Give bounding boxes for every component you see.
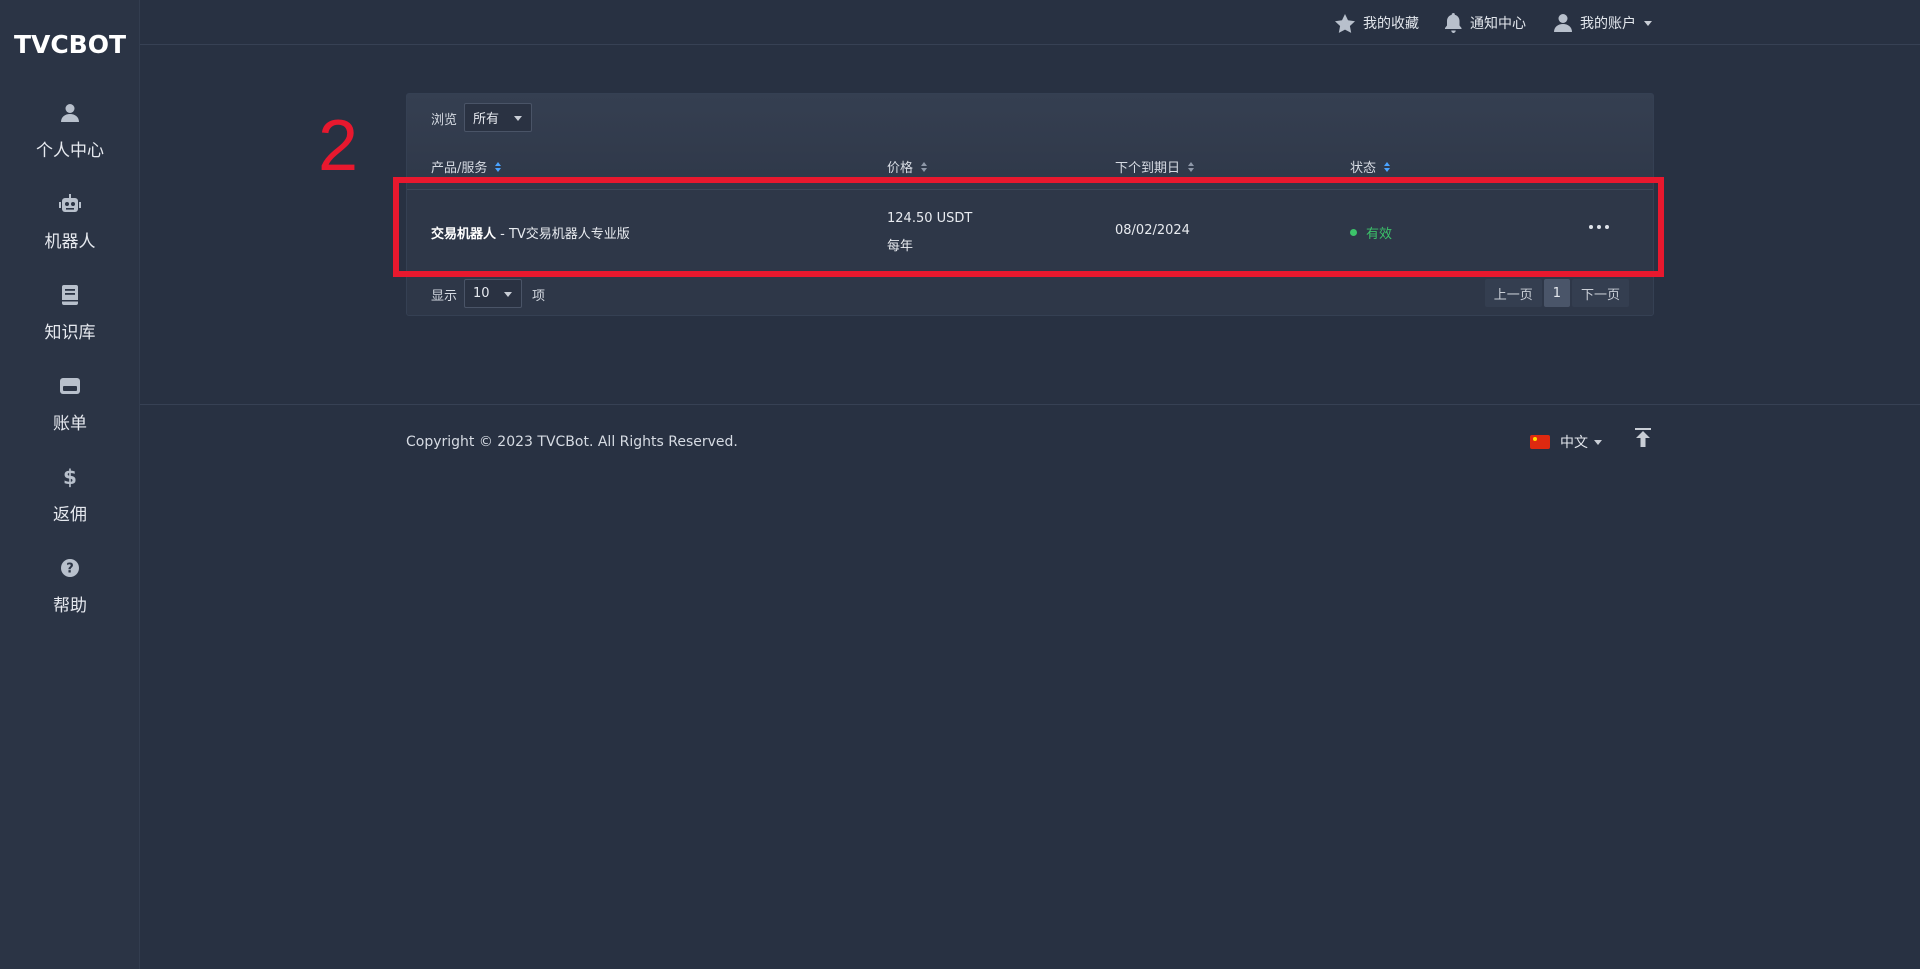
chevron-down-icon: [504, 291, 512, 297]
next-page-button[interactable]: 下一页: [1571, 279, 1629, 307]
favorites-link[interactable]: 我的收藏: [1335, 12, 1419, 34]
due-date: 08/02/2024: [1115, 223, 1190, 238]
robot-icon: [59, 193, 81, 215]
status-label: 有效: [1366, 227, 1393, 242]
sort-icon: [495, 161, 502, 172]
price-value: 124.50 USDT: [887, 211, 973, 226]
sidebar-item-commission[interactable]: $ 返佣: [0, 465, 140, 546]
pagination: 上一页 1 下一页: [1484, 279, 1629, 307]
app-logo[interactable]: TVCBOT: [0, 30, 140, 59]
sidebar-item-help[interactable]: ? 帮助: [0, 557, 140, 637]
sidebar-item-label: 返佣: [53, 505, 87, 525]
column-header-price[interactable]: 价格: [887, 157, 928, 176]
product-cell[interactable]: 交易机器人 - TV交易机器人专业版: [431, 223, 630, 242]
browse-filter-select[interactable]: 所有: [464, 103, 532, 132]
sort-icon: [1188, 161, 1195, 172]
notifications-link[interactable]: 通知中心: [1445, 12, 1526, 34]
column-header-product[interactable]: 产品/服务: [431, 157, 502, 176]
services-panel: 浏览 所有 产品/服务 价格 下个到期日 状态 交易机器人 - TV交易机器人专…: [406, 93, 1654, 316]
panel-header: [407, 94, 1653, 189]
favorites-label: 我的收藏: [1363, 16, 1419, 32]
star-icon: [1335, 13, 1355, 33]
more-options-icon[interactable]: [1589, 225, 1609, 229]
sort-icon: [921, 161, 928, 172]
chevron-down-icon: [1644, 20, 1652, 26]
browse-label: 浏览: [431, 113, 458, 128]
chevron-down-icon: [514, 115, 522, 121]
sidebar-item-robot[interactable]: 机器人: [0, 193, 140, 273]
dollar-icon: $: [63, 465, 77, 489]
language-label: 中文: [1560, 435, 1588, 451]
sidebar: TVCBOT 个人中心 机器人 知识库 账单 $ 返佣 ? 帮助: [0, 0, 140, 969]
account-menu[interactable]: 我的账户: [1554, 12, 1652, 34]
user-icon: [1554, 14, 1572, 32]
sidebar-item-knowledge[interactable]: 知识库: [0, 284, 140, 364]
show-prefix: 显示: [431, 289, 458, 304]
language-selector[interactable]: 中文: [1530, 432, 1602, 452]
account-label: 我的账户: [1580, 16, 1636, 32]
svg-text:?: ?: [66, 562, 74, 577]
page-button-1[interactable]: 1: [1543, 279, 1570, 307]
column-header-status[interactable]: 状态: [1350, 157, 1391, 176]
sidebar-item-label: 账单: [53, 414, 87, 434]
sidebar-item-label: 知识库: [44, 323, 96, 343]
annotation-number: 2: [318, 106, 359, 186]
copyright-text: Copyright © 2023 TVCBot. All Rights Rese…: [406, 434, 738, 450]
billing-cycle: 每年: [887, 239, 914, 254]
page-size-value: 10: [473, 286, 490, 301]
show-suffix: 项: [532, 289, 546, 304]
browse-filter-value: 所有: [473, 112, 500, 127]
table-row[interactable]: 交易机器人 - TV交易机器人专业版 124.50 USDT 每年 08/02/…: [407, 189, 1653, 273]
notifications-label: 通知中心: [1470, 16, 1526, 32]
book-icon: [59, 284, 81, 306]
help-icon: ?: [59, 557, 81, 579]
top-bar: 我的收藏 通知中心 我的账户: [140, 0, 1920, 45]
product-suffix: - TV交易机器人专业版: [496, 227, 630, 242]
page-size-select[interactable]: 10: [464, 279, 522, 308]
sidebar-item-profile[interactable]: 个人中心: [0, 102, 140, 182]
footer-divider: [140, 404, 1920, 405]
status-badge: 有效: [1350, 223, 1392, 242]
sidebar-item-billing[interactable]: 账单: [0, 375, 140, 455]
billing-icon: [59, 375, 81, 397]
prev-page-button[interactable]: 上一页: [1484, 279, 1542, 307]
sidebar-item-label: 机器人: [44, 232, 96, 252]
sidebar-item-label: 个人中心: [36, 141, 104, 161]
column-header-due-date[interactable]: 下个到期日: [1115, 157, 1195, 176]
china-flag-icon: [1530, 435, 1550, 449]
user-icon: [59, 102, 81, 124]
sidebar-item-label: 帮助: [53, 596, 87, 616]
sort-icon: [1384, 161, 1391, 172]
back-to-top-icon[interactable]: [1635, 428, 1651, 452]
status-dot-icon: [1350, 229, 1357, 236]
product-name: 交易机器人: [431, 227, 497, 242]
bell-icon: [1445, 13, 1462, 33]
chevron-down-icon: [1594, 439, 1602, 445]
